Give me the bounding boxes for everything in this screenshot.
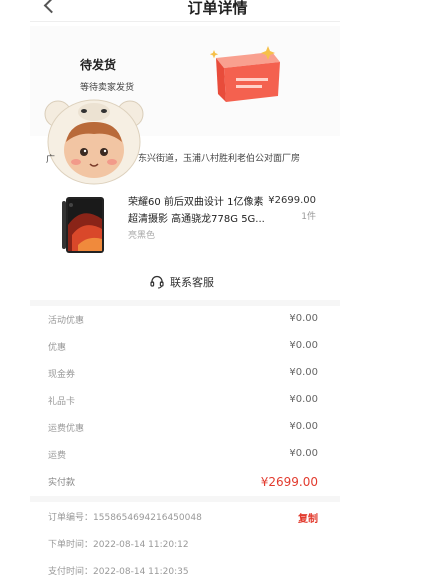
total-paid-row: 实付款 ¥2699.00 (48, 475, 318, 489)
fee-label: 礼品卡 (48, 397, 76, 407)
shipping-address: 东兴街道，玉浦八村胜利老伯公对面厂房 (50, 152, 340, 167)
product-name[interactable]: 荣耀60 前后双曲设计 1亿像素超清摄影 高通骁龙778G 5G... (128, 194, 268, 230)
pay-time-row: 支付时间：2022-08-14 11:20:35 (48, 564, 318, 577)
fee-value: ¥0.00 (289, 448, 318, 459)
fee-value: ¥0.00 (289, 313, 318, 324)
fee-row: 运费优惠 ¥0.00 (48, 421, 318, 435)
fee-value: ¥0.00 (289, 421, 318, 432)
product-spec: 亮黑色 (128, 231, 156, 241)
page-title: 订单详情 (187, 0, 248, 17)
order-number: 1558654694216450048 (93, 513, 202, 523)
fee-value: ¥0.00 (289, 340, 318, 351)
order-status-title: 待发货 (80, 58, 117, 72)
fee-row: 礼品卡 ¥0.00 (48, 394, 318, 408)
order-number-label: 订单编号： (48, 513, 94, 523)
total-paid-value: ¥2699.00 (260, 475, 318, 489)
fee-label: 优惠 (48, 343, 67, 353)
product-image[interactable] (62, 195, 110, 255)
package-box-icon (210, 46, 280, 102)
order-detail-page: 订单详情 待发货 等待卖家发货 广 东兴街道，玉浦八村胜利老伯公对面厂房 荣耀6… (0, 0, 435, 580)
bear-mascot-sticker (44, 99, 144, 185)
fee-label: 现金券 (48, 370, 76, 380)
top-bar: 订单详情 (0, 0, 435, 22)
order-number-row: 订单编号：1558654694216450048 复制 (48, 510, 318, 525)
fee-label: 运费优惠 (48, 424, 85, 434)
contact-service-button[interactable]: 联系客服 (150, 273, 214, 291)
fee-label: 活动优惠 (48, 316, 85, 326)
section-divider (30, 496, 340, 502)
fee-value: ¥0.00 (289, 394, 318, 405)
order-time-row: 下单时间：2022-08-14 11:20:12 (48, 537, 318, 550)
product-price: ¥2699.00 (268, 195, 316, 206)
pay-time: 2022-08-14 11:20:35 (93, 567, 189, 577)
copy-button[interactable]: 复制 (298, 510, 318, 525)
fee-row: 现金券 ¥0.00 (48, 367, 318, 381)
fee-row: 优惠 ¥0.00 (48, 340, 318, 354)
fee-value: ¥0.00 (289, 367, 318, 378)
fee-row: 活动优惠 ¥0.00 (48, 313, 318, 327)
order-time-label: 下单时间： (48, 540, 94, 550)
divider (30, 21, 340, 22)
headset-icon (150, 275, 164, 289)
order-time: 2022-08-14 11:20:12 (93, 540, 189, 550)
section-divider (30, 300, 340, 306)
pay-time-label: 支付时间： (48, 567, 94, 577)
fee-row: 运费 ¥0.00 (48, 448, 318, 462)
fee-label: 运费 (48, 451, 67, 461)
address-text: 东兴街道，玉浦八村胜利老伯公对面厂房 (138, 154, 301, 164)
total-paid-label: 实付款 (48, 478, 76, 488)
contact-service-label: 联系客服 (170, 276, 214, 289)
product-quantity: 1件 (301, 212, 316, 222)
